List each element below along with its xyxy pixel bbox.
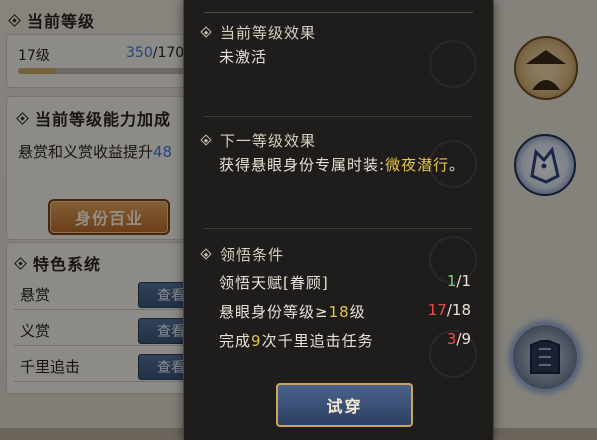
faded-emblem-icon bbox=[429, 40, 477, 88]
section-divider bbox=[204, 116, 473, 117]
diamond-bullet-icon bbox=[200, 134, 212, 146]
next-effect-text: 获得悬眼身份专属时装:微夜潜行。 bbox=[219, 156, 466, 174]
effect-popup-panel: 当前等级效果 未激活 下一等级效果 获得悬眼身份专属时装:微夜潜行。 领悟条件 … bbox=[183, 0, 494, 440]
current-effect-text: 未激活 bbox=[219, 48, 268, 66]
diamond-bullet-icon bbox=[200, 248, 212, 260]
try-on-button[interactable]: 试穿 bbox=[276, 383, 413, 427]
condition-text: 领悟天赋[眷顾] bbox=[219, 274, 329, 292]
condition-heading: 领悟条件 bbox=[200, 244, 284, 265]
current-effect-heading: 当前等级效果 bbox=[200, 22, 316, 43]
next-effect-heading: 下一等级效果 bbox=[200, 130, 316, 151]
top-divider bbox=[204, 12, 473, 13]
section-divider bbox=[204, 228, 473, 229]
condition-progress: 17/18 bbox=[427, 301, 471, 319]
condition-text: 完成9次千里追击任务 bbox=[219, 332, 374, 350]
condition-progress: 3/9 bbox=[446, 330, 471, 348]
outfit-name: 微夜潜行 bbox=[385, 156, 450, 174]
condition-progress: 1/1 bbox=[446, 272, 471, 290]
condition-text: 悬眼身份等级≥18级 bbox=[219, 303, 366, 321]
diamond-bullet-icon bbox=[200, 26, 212, 38]
